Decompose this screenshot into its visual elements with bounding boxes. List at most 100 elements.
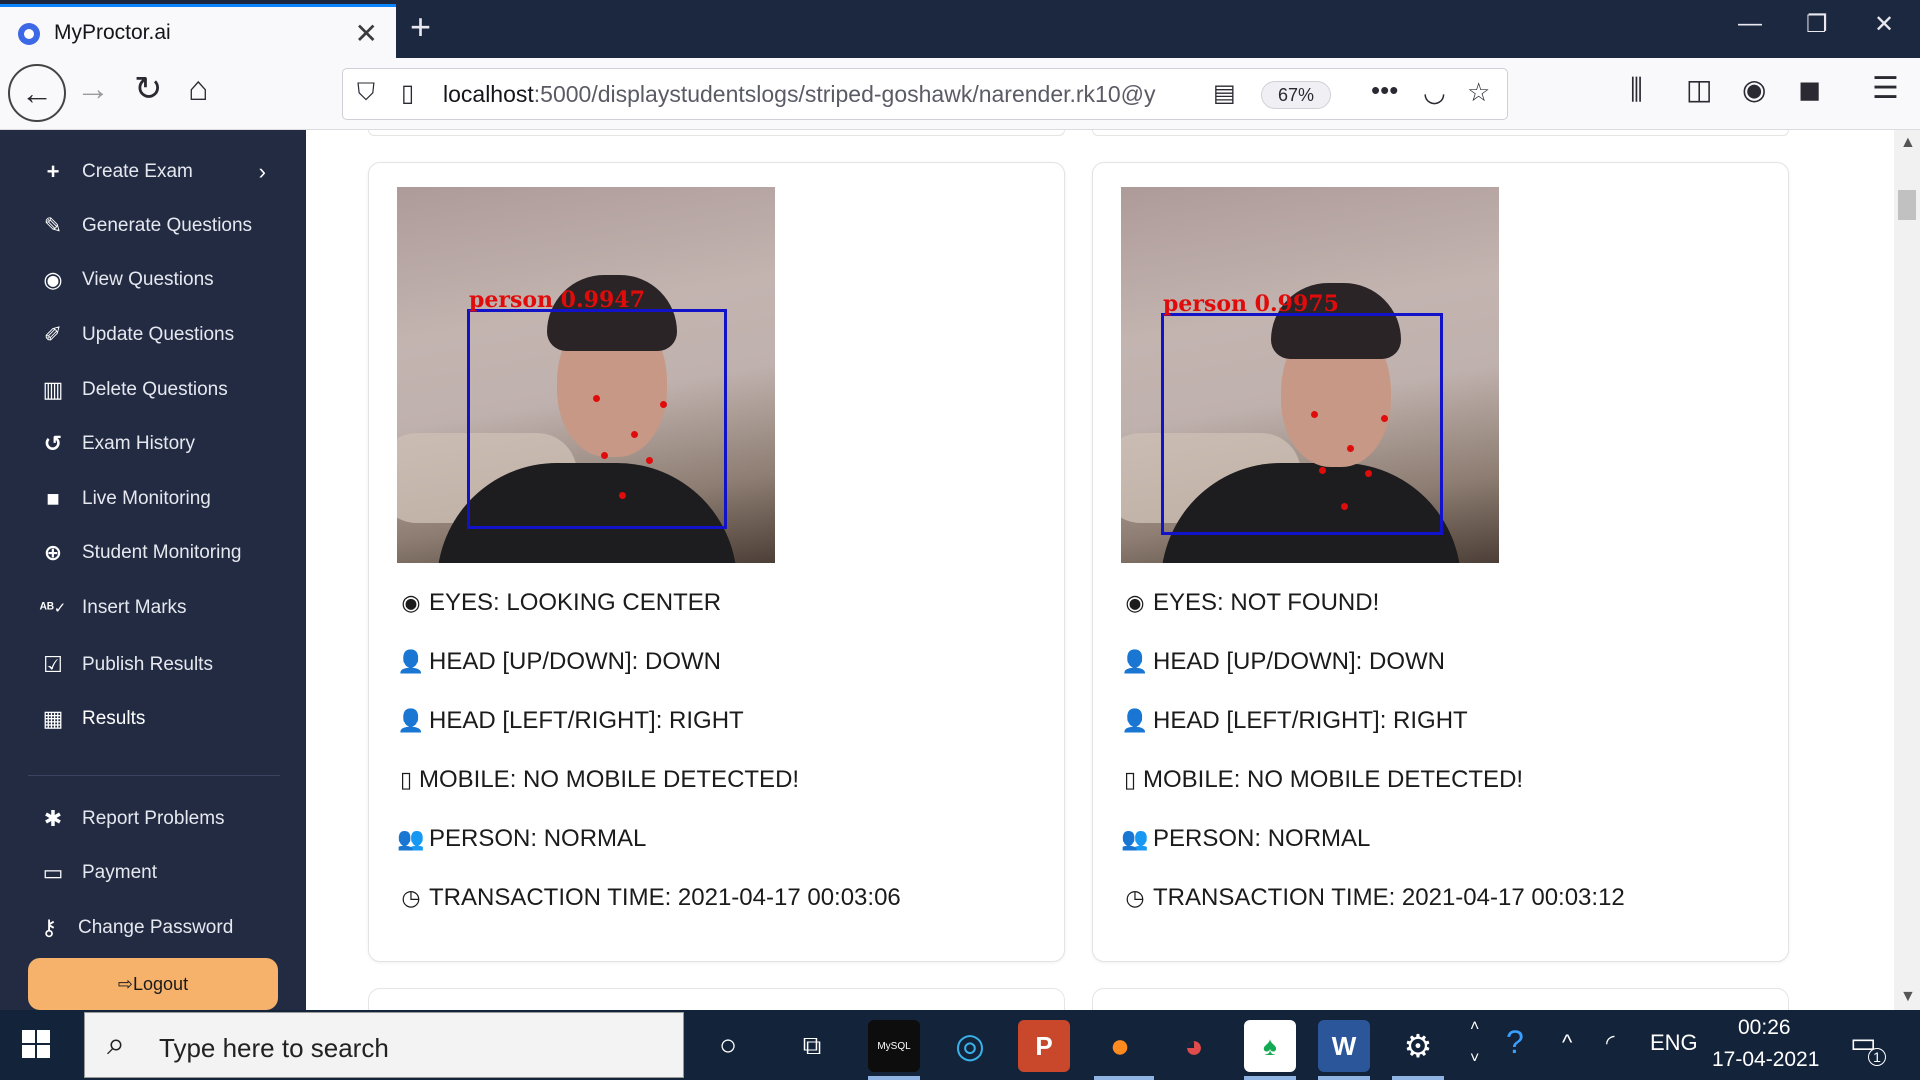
sidebar-item-exam-history[interactable]: ↺ Exam History <box>0 420 306 468</box>
page-info-icon[interactable]: ▯ <box>401 79 414 108</box>
wifi-icon[interactable]: ◜ <box>1606 1030 1615 1056</box>
user-icon: 👤 <box>397 649 425 674</box>
word-icon[interactable]: W <box>1318 1020 1370 1072</box>
detection-label: person 0.9975 <box>1163 291 1339 317</box>
firefox-icon[interactable]: ● <box>1094 1020 1146 1072</box>
tab-close-icon[interactable]: ✕ <box>355 17 378 50</box>
scroll-down-icon[interactable]: ▼ <box>1900 988 1916 1006</box>
sidebar-item-label: Student Monitoring <box>82 542 242 563</box>
sidebar-item-create-exam[interactable]: + Create Exam › <box>0 148 306 196</box>
head-left-right-text: HEAD [LEFT/RIGHT]: RIGHT <box>429 707 744 734</box>
active-app-indicator <box>1244 1076 1296 1080</box>
site-favicon-icon <box>18 23 40 45</box>
mongodb-icon[interactable]: ♠ <box>1244 1020 1296 1072</box>
sidebar-item-update-questions[interactable]: ✐ Update Questions <box>0 311 306 359</box>
people-icon: 👥 <box>397 826 425 851</box>
sidebar-item-insert-marks[interactable]: ᴬᴮ✓ Insert Marks <box>0 584 306 632</box>
windows-start-icon[interactable] <box>22 1030 52 1060</box>
app-owl-icon[interactable]: ◕ <box>1168 1020 1220 1072</box>
log-card: person 0.9975 ◉ EYES: NOT FOUND! 👤 HEAD [U… <box>1092 162 1789 962</box>
mysql-app-icon[interactable]: MySQL <box>868 1020 920 1072</box>
clock-date[interactable]: 17-04-2021 <box>1712 1048 1819 1072</box>
menu-icon[interactable]: ☰ <box>1872 74 1899 104</box>
sidebar-item-generate-questions[interactable]: ✎ Generate Questions <box>0 202 306 250</box>
webcam-snapshot: person 0.9947 <box>397 187 775 563</box>
url-bar[interactable]: ⛉ ▯ localhost:5000/displaystudentslogs/s… <box>342 68 1508 120</box>
sidebar-item-label: Report Problems <box>82 808 225 829</box>
taskbar-search-box[interactable]: ⌕ Type here to search <box>84 1012 684 1078</box>
reload-icon[interactable]: ↻ <box>134 72 163 106</box>
sidebar-toggle-icon[interactable]: ◫ <box>1686 76 1712 104</box>
edge-browser-icon[interactable]: ◎ <box>944 1020 996 1072</box>
money-icon: ▭ <box>42 860 64 885</box>
sidebar-item-label: View Questions <box>82 269 214 290</box>
extension-icon[interactable]: ◼ <box>1798 76 1821 104</box>
search-placeholder: Type here to search <box>159 1033 389 1063</box>
chevron-down-icon[interactable]: ˅ <box>1470 1050 1479 1068</box>
sidebar-item-change-password[interactable]: ⚷ Change Password <box>0 904 306 952</box>
settings-gear-icon[interactable]: ⚙ <box>1392 1020 1444 1072</box>
clock-icon: ◷ <box>401 885 421 910</box>
shield-icon[interactable]: ⛉ <box>357 79 375 107</box>
new-tab-icon[interactable]: + <box>410 6 431 48</box>
chevron-up-icon[interactable]: ˄ <box>1470 1018 1479 1036</box>
scroll-up-icon[interactable]: ▲ <box>1900 134 1916 152</box>
language-indicator[interactable]: ENG <box>1650 1030 1698 1056</box>
cortana-icon[interactable]: ○ <box>702 1020 754 1072</box>
sidebar-item-publish-results[interactable]: ☑ Publish Results <box>0 641 306 689</box>
bookmark-star-icon[interactable]: ☆ <box>1467 77 1490 108</box>
eyes-status-text: EYES: LOOKING CENTER <box>429 589 722 616</box>
head-up-down-status: 👤 HEAD [UP/DOWN]: DOWN <box>1121 648 1445 676</box>
pocket-icon[interactable]: ◡ <box>1423 77 1446 108</box>
eye-icon: ◉ <box>1125 590 1145 615</box>
binoculars-icon: ⊕ <box>43 540 63 565</box>
sidebar-item-label: Live Monitoring <box>82 488 211 509</box>
search-icon: ⌕ <box>107 1025 125 1061</box>
sidebar-item-label: Change Password <box>78 917 234 938</box>
library-icon[interactable]: ⫼ <box>1630 76 1643 104</box>
task-view-icon[interactable]: ⧉ <box>786 1020 838 1072</box>
restore-icon[interactable]: ❐ <box>1806 10 1828 39</box>
chevron-right-icon: › <box>258 159 266 184</box>
landmark-dot <box>1341 503 1348 510</box>
head-up-down-text: HEAD [UP/DOWN]: DOWN <box>1153 648 1445 675</box>
active-app-indicator <box>868 1076 920 1080</box>
account-icon[interactable]: ◉ <box>1742 76 1766 104</box>
transaction-time-text: TRANSACTION TIME: 2021-04-17 00:03:12 <box>1153 884 1625 911</box>
window-close-icon[interactable]: ✕ <box>1874 10 1894 39</box>
person-status: 👥 PERSON: NORMAL <box>1121 825 1370 853</box>
detection-bounding-box <box>467 309 727 529</box>
sidebar-item-live-monitoring[interactable]: ■ Live Monitoring <box>0 475 306 523</box>
sidebar-item-delete-questions[interactable]: ▥ Delete Questions <box>0 366 306 414</box>
mysql-label: MySQL <box>877 1040 911 1052</box>
sidebar-item-report-problems[interactable]: ✱ Report Problems <box>0 795 306 843</box>
back-icon[interactable]: ← <box>8 64 66 122</box>
minimize-icon[interactable]: — <box>1738 10 1762 38</box>
magic-wand-icon: ✎ <box>43 213 63 238</box>
show-hidden-icons-icon[interactable]: ^ <box>1562 1030 1572 1056</box>
sidebar-item-results[interactable]: ▦ Results <box>0 695 306 743</box>
more-actions-icon[interactable]: ••• <box>1371 75 1398 106</box>
logout-icon: ⇨ <box>117 974 134 994</box>
zoom-level[interactable]: 67% <box>1261 81 1331 109</box>
mobile-icon: ▯ <box>1123 767 1137 792</box>
user-icon: 👤 <box>1121 649 1149 674</box>
history-icon: ↺ <box>43 431 63 456</box>
sidebar-item-view-questions[interactable]: ◉ View Questions <box>0 256 306 304</box>
landmark-dot <box>601 452 608 459</box>
logout-label: Logout <box>133 974 189 994</box>
forward-icon[interactable]: → <box>76 72 110 106</box>
help-icon[interactable]: ? <box>1506 1024 1524 1061</box>
home-icon[interactable]: ⌂ <box>188 72 209 106</box>
sidebar-item-student-monitoring[interactable]: ⊕ Student Monitoring <box>0 529 306 577</box>
logout-button[interactable]: ⇨Logout <box>28 958 278 1010</box>
sidebar-item-payment[interactable]: ▭ Payment <box>0 849 306 897</box>
reader-view-icon[interactable]: ▤ <box>1213 79 1236 108</box>
bug-icon: ✱ <box>43 806 63 831</box>
browser-tab[interactable]: MyProctor.ai ✕ <box>0 4 396 58</box>
scrollbar-thumb[interactable] <box>1898 190 1916 220</box>
page-scrollbar[interactable]: ▲ ▼ <box>1894 130 1920 1010</box>
clock-time[interactable]: 00:26 <box>1738 1016 1791 1040</box>
powerpoint-icon[interactable]: P <box>1018 1020 1070 1072</box>
mobile-status: ▯ MOBILE: NO MOBILE DETECTED! <box>1121 766 1523 794</box>
